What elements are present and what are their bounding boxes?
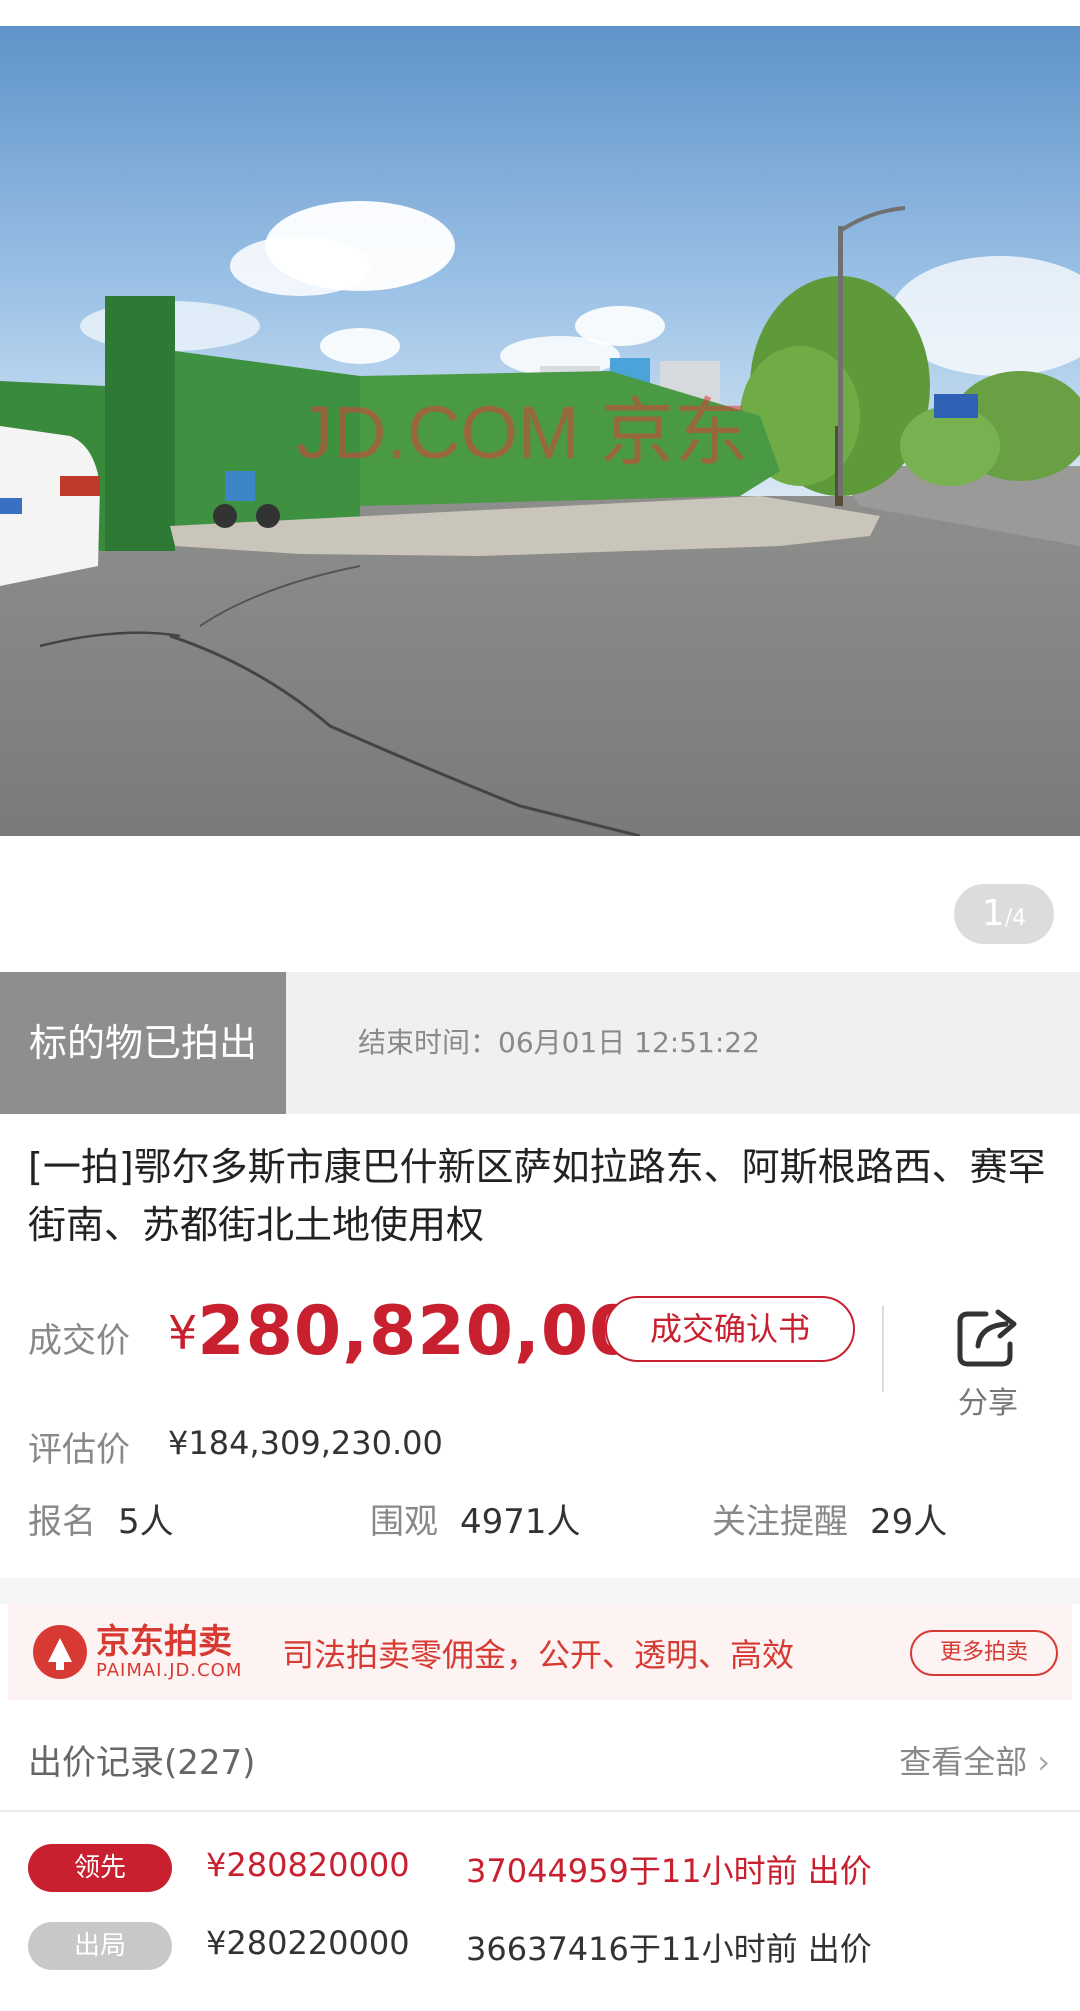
section-gap <box>0 1578 1080 1604</box>
logo-text-cn: 京东拍卖 <box>96 1622 232 1662</box>
bid-info: 37044959于11小时前 出价 <box>466 1852 872 1890</box>
sold-status-label: 标的物已拍出 <box>0 972 286 1114</box>
bid-row: 出局 ¥280220000 36637416于11小时前 出价 <box>0 1922 1080 1972</box>
divider <box>0 1810 1080 1812</box>
stat-value: 29人 <box>870 1502 948 1542</box>
pager-total: /4 <box>1004 906 1027 931</box>
auction-status-bar: 标的物已拍出 结束时间：06月01日 12:51:22 <box>0 972 1080 1114</box>
view-all-link[interactable]: 查看全部 › <box>899 1737 1050 1783</box>
eval-price-label: 评估价 <box>28 1430 130 1470</box>
stat-value: 4971人 <box>460 1502 581 1542</box>
view-all-label: 查看全部 <box>899 1743 1028 1781</box>
stat-views: 围观 4971人 <box>370 1494 581 1543</box>
jd-auction-logo-icon <box>33 1625 87 1679</box>
pager-current: 1 <box>981 893 1005 934</box>
bid-row: 领先 ¥280820000 37044959于11小时前 出价 <box>0 1844 1080 1894</box>
stat-key: 报名 <box>28 1502 96 1542</box>
item-photo[interactable]: JD.COM 京东 <box>0 26 1080 836</box>
stat-key: 关注提醒 <box>712 1502 848 1542</box>
banner-slogan: 司法拍卖零佣金，公开、透明、高效 <box>282 1636 795 1674</box>
logo-text-en: PAIMAI.JD.COM <box>96 1660 243 1681</box>
bid-info: 36637416于11小时前 出价 <box>466 1930 872 1968</box>
deal-price-label: 成交价 <box>28 1321 130 1361</box>
bid-price: ¥280820000 <box>206 1846 410 1884</box>
bid-status-badge: 出局 <box>28 1922 172 1970</box>
currency-symbol: ¥ <box>168 1306 198 1360</box>
item-title: [一拍]鄂尔多斯市康巴什新区萨如拉路东、阿斯根路西、赛罕街南、苏都街北土地使用权 <box>28 1145 1046 1247</box>
chevron-right-icon: › <box>1037 1743 1050 1781</box>
divider <box>882 1306 884 1392</box>
watermark-text: JD.COM 京东 <box>296 391 748 474</box>
bid-status-badge: 领先 <box>28 1844 172 1892</box>
share-label[interactable]: 分享 <box>958 1378 1018 1422</box>
stat-value: 5人 <box>118 1502 174 1542</box>
photo-pager: 1/4 <box>954 884 1054 944</box>
bid-records-title: 出价记录(227) <box>28 1743 256 1783</box>
stat-signups: 报名 5人 <box>28 1494 174 1543</box>
land-photo-image: JD.COM 京东 <box>0 26 1080 836</box>
share-icon[interactable] <box>956 1304 1022 1368</box>
jd-auction-banner[interactable]: 京东拍卖 PAIMAI.JD.COM 司法拍卖零佣金，公开、透明、高效 更多拍卖 <box>8 1604 1072 1700</box>
bid-price: ¥280220000 <box>206 1924 410 1962</box>
auction-detail-page: JD.COM 京东 1/4 标的物已拍出 结束时间：06月01日 12:51:2… <box>0 0 1080 2011</box>
eval-price-value: ¥184,309,230.00 <box>168 1424 443 1462</box>
stat-key: 围观 <box>370 1502 438 1542</box>
more-auctions-button[interactable]: 更多拍卖 <box>910 1630 1058 1676</box>
stat-followers: 关注提醒 29人 <box>712 1494 947 1543</box>
deal-confirmation-button[interactable]: 成交确认书 <box>605 1296 855 1362</box>
end-time-text: 结束时间：06月01日 12:51:22 <box>358 1026 760 1059</box>
